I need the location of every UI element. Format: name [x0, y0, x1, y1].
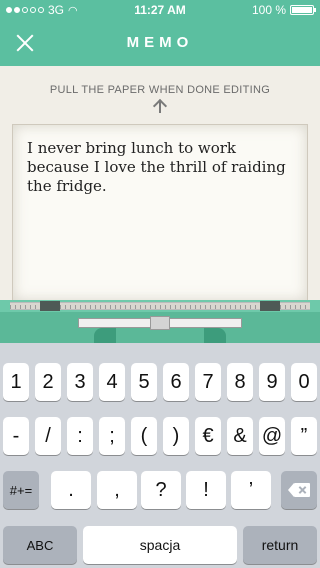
typewriter-arm-left	[94, 328, 116, 343]
backspace-icon	[288, 483, 310, 497]
key-question[interactable]: ?	[141, 471, 181, 509]
key-8[interactable]: 8	[227, 363, 253, 401]
arrow-up-icon	[153, 99, 167, 115]
key-3[interactable]: 3	[67, 363, 93, 401]
paper-clip	[150, 316, 170, 330]
key-at[interactable]: @	[259, 417, 285, 455]
key-2[interactable]: 2	[35, 363, 61, 401]
key-backspace[interactable]	[281, 471, 317, 509]
keyboard: 1 2 3 4 5 6 7 8 9 0 - / : ; ( ) € & @ ” …	[0, 343, 320, 568]
typewriter-arm-right	[204, 328, 226, 343]
key-7[interactable]: 7	[195, 363, 221, 401]
key-colon[interactable]: :	[67, 417, 93, 455]
key-4[interactable]: 4	[99, 363, 125, 401]
key-5[interactable]: 5	[131, 363, 157, 401]
key-6[interactable]: 6	[163, 363, 189, 401]
typewriter-stage: PULL THE PAPER WHEN DONE EDITING I never…	[0, 66, 320, 343]
key-period[interactable]: .	[51, 471, 91, 509]
key-open-paren[interactable]: (	[131, 417, 157, 455]
carriage-knob-right	[260, 301, 280, 311]
battery-group: 100 %	[251, 3, 316, 17]
key-space[interactable]: spacja	[83, 526, 237, 564]
memo-text[interactable]: I never bring lunch to work because I lo…	[27, 139, 289, 196]
key-9[interactable]: 9	[259, 363, 285, 401]
key-1[interactable]: 1	[3, 363, 29, 401]
key-slash[interactable]: /	[35, 417, 61, 455]
key-quote[interactable]: ”	[291, 417, 317, 455]
key-0[interactable]: 0	[291, 363, 317, 401]
top-bar: 3G ◠ 11:27 AM 100 % MEMO	[0, 0, 320, 66]
memo-paper[interactable]: I never bring lunch to work because I lo…	[12, 124, 308, 302]
key-comma[interactable]: ,	[97, 471, 137, 509]
key-semicolon[interactable]: ;	[99, 417, 125, 455]
header: MEMO	[0, 20, 320, 66]
status-bar: 3G ◠ 11:27 AM 100 %	[0, 0, 320, 20]
battery-icon	[290, 5, 316, 15]
key-apostrophe[interactable]: ’	[231, 471, 271, 509]
carriage-knob-left	[40, 301, 60, 311]
key-exclamation[interactable]: !	[186, 471, 226, 509]
key-symbols-mode[interactable]: #+=	[3, 471, 39, 509]
key-abc[interactable]: ABC	[3, 526, 77, 564]
battery-percent: 100 %	[251, 3, 286, 17]
page-title: MEMO	[126, 34, 194, 51]
key-hyphen[interactable]: -	[3, 417, 29, 455]
key-ampersand[interactable]: &	[227, 417, 253, 455]
key-euro[interactable]: €	[195, 417, 221, 455]
key-return[interactable]: return	[243, 526, 317, 564]
pull-hint: PULL THE PAPER WHEN DONE EDITING	[49, 84, 271, 96]
key-close-paren[interactable]: )	[163, 417, 189, 455]
